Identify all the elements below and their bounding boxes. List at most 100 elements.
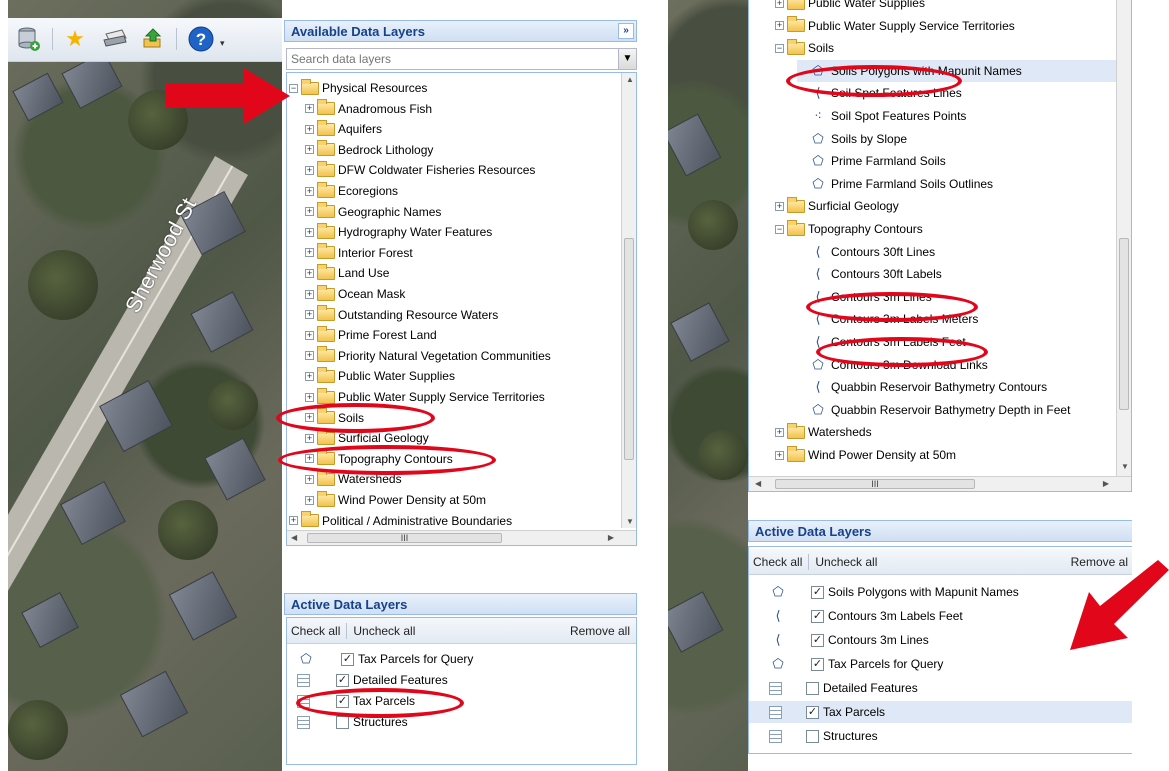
tree-folder[interactable]: + Hydrography Water Features	[305, 221, 492, 243]
chevron-down-icon[interactable]: ▼	[618, 49, 636, 69]
collapse-icon[interactable]: −	[775, 43, 784, 53]
aerial-map[interactable]	[668, 0, 748, 771]
tree-layer[interactable]: ⟨ Contours 30ft Lines	[809, 241, 935, 263]
scroll-down-icon[interactable]: ▼	[626, 517, 634, 526]
tree-layer[interactable]: ⟨ Contours 30ft Labels	[809, 263, 941, 285]
uncheck-all-button[interactable]: Uncheck all	[349, 624, 419, 638]
tree-folder[interactable]: + Public Water Supply Service Territories	[305, 386, 545, 408]
tree-layer[interactable]: ⟨ Contours 3m Lines	[809, 286, 931, 308]
tree-folder[interactable]: + Aquifers	[305, 118, 382, 140]
search-layers-field[interactable]: ▼	[286, 48, 637, 70]
expand-icon[interactable]: +	[305, 495, 314, 505]
tree-layer[interactable]: ⟨ Contours 3m Labels Feet	[809, 331, 965, 353]
tree-folder-physical-resources[interactable]: − Physical Resources	[289, 77, 427, 99]
expand-icon[interactable]: +	[305, 454, 314, 464]
tree-layer[interactable]: ⟨ Soil Spot Features Lines	[809, 82, 961, 104]
expand-icon[interactable]: +	[775, 450, 784, 460]
expand-icon[interactable]: +	[775, 0, 784, 8]
expand-icon[interactable]: +	[305, 268, 314, 278]
tree-folder[interactable]: + Wind Power Density at 50m	[305, 489, 486, 511]
layer-checkbox[interactable]	[806, 681, 819, 695]
tree-folder[interactable]: + Surficial Geology	[775, 195, 899, 217]
active-layer-row[interactable]: ⬠ ✓ Tax Parcels for Query	[749, 653, 1132, 675]
tree-folder[interactable]: + Ecoregions	[305, 180, 398, 202]
vertical-scroll-thumb[interactable]	[624, 238, 634, 460]
active-layer-row[interactable]: Detailed Features	[749, 677, 1132, 699]
active-layer-row[interactable]: ⬠ ✓ Tax Parcels for Query	[297, 648, 473, 670]
tree-layer[interactable]: ⁖ Soil Spot Features Points	[809, 105, 966, 127]
layer-checkbox[interactable]: ✓	[336, 694, 349, 708]
tree-folder[interactable]: + Bedrock Lithology	[305, 139, 433, 161]
scroll-up-icon[interactable]: ▲	[626, 75, 634, 84]
tree-folder[interactable]: + DFW Coldwater Fisheries Resources	[305, 159, 535, 181]
tree-folder[interactable]: + Prime Forest Land	[305, 324, 437, 346]
layer-checkbox[interactable]: ✓	[811, 633, 824, 647]
expand-icon[interactable]: +	[305, 289, 314, 299]
tree-layer[interactable]: ⬠ Prime Farmland Soils	[809, 150, 945, 172]
tree-vertical-scrollbar[interactable]: ▲ ▼	[621, 73, 636, 528]
active-layer-row[interactable]: Structures	[297, 711, 408, 733]
tree-horizontal-scrollbar[interactable]: ◀ III ▶	[749, 476, 1131, 491]
tree-folder[interactable]: + Watersheds	[775, 421, 872, 443]
expand-icon[interactable]: +	[305, 124, 314, 134]
layer-checkbox[interactable]: ✓	[336, 673, 349, 687]
scroll-down-icon[interactable]: ▼	[1121, 462, 1129, 471]
expand-icon[interactable]: +	[305, 330, 314, 340]
tree-folder[interactable]: + Land Use	[305, 262, 389, 284]
tree-folder[interactable]: + Outstanding Resource Waters	[305, 304, 498, 326]
tree-folder[interactable]: + Public Water Supplies	[775, 0, 925, 14]
layer-checkbox[interactable]	[806, 729, 819, 743]
tree-vertical-scrollbar[interactable]: ▼	[1116, 0, 1131, 477]
uncheck-all-button[interactable]: Uncheck all	[811, 555, 881, 569]
search-input[interactable]	[287, 49, 618, 69]
tree-folder[interactable]: − Soils	[775, 37, 834, 59]
tree-folder[interactable]: + Wind Power Density at 50m	[775, 444, 956, 466]
expand-icon[interactable]: +	[305, 145, 314, 155]
layer-checkbox[interactable]: ✓	[811, 609, 824, 623]
expand-icon[interactable]: +	[305, 310, 314, 320]
add-layer-icon[interactable]	[14, 24, 44, 54]
scroll-right-icon[interactable]: ▶	[608, 533, 614, 542]
tree-folder[interactable]: + Soils	[305, 407, 364, 429]
tree-folder[interactable]: + Watersheds	[305, 468, 402, 490]
scroll-left-icon[interactable]: ◀	[291, 533, 297, 542]
star-icon[interactable]: ★	[60, 24, 90, 54]
remove-all-button[interactable]: Remove all	[566, 624, 634, 638]
expand-icon[interactable]: +	[305, 165, 314, 175]
layer-checkbox[interactable]: ✓	[811, 585, 824, 599]
tree-folder[interactable]: + Geographic Names	[305, 201, 441, 223]
active-layer-row[interactable]: ✓ Tax Parcels	[749, 701, 1132, 723]
tree-folder[interactable]: + Public Water Supply Service Territories	[775, 15, 1015, 37]
horizontal-scroll-thumb[interactable]: III	[307, 533, 502, 543]
tree-folder-political-boundaries[interactable]: + Political / Administrative Boundaries	[289, 510, 512, 532]
active-layer-row[interactable]: ✓ Detailed Features	[297, 669, 448, 691]
check-all-button[interactable]: Check all	[749, 555, 806, 569]
vertical-scroll-thumb[interactable]	[1119, 238, 1129, 410]
check-all-button[interactable]: Check all	[287, 624, 344, 638]
tree-layer[interactable]: ⟨ Contours 3m Labels Meters	[809, 308, 978, 330]
help-dropdown-icon[interactable]: ▾	[220, 38, 225, 49]
expand-icon[interactable]: +	[289, 516, 298, 526]
tree-folder[interactable]: + Topography Contours	[305, 448, 453, 470]
scroll-left-icon[interactable]: ◀	[755, 479, 761, 488]
expand-icon[interactable]: +	[305, 207, 314, 217]
layer-checkbox[interactable]: ✓	[806, 705, 819, 719]
layer-checkbox[interactable]	[336, 715, 349, 729]
help-icon[interactable]: ?	[186, 24, 216, 54]
tree-layer[interactable]: ⬠ Contours 3m Download Links	[809, 354, 987, 376]
expand-icon[interactable]: +	[775, 21, 784, 31]
tree-folder[interactable]: − Topography Contours	[775, 218, 923, 240]
expand-icon[interactable]: +	[305, 392, 314, 402]
horizontal-scroll-thumb[interactable]: III	[775, 479, 975, 489]
tree-folder[interactable]: + Public Water Supplies	[305, 365, 455, 387]
expand-icon[interactable]: +	[305, 104, 314, 114]
collapse-icon[interactable]: −	[775, 224, 784, 234]
tree-folder[interactable]: + Ocean Mask	[305, 283, 405, 305]
tree-layer[interactable]: ⬠ Soils Polygons with Mapunit Names	[797, 59, 1116, 82]
tree-horizontal-scrollbar[interactable]: ◀ III ▶	[287, 530, 636, 545]
collapse-panel-button[interactable]: »	[618, 23, 634, 39]
tree-layer[interactable]: ⟨ Quabbin Reservoir Bathymetry Contours	[809, 376, 1047, 398]
tree-folder[interactable]: + Surficial Geology	[305, 427, 429, 449]
tree-layer[interactable]: ⬠ Quabbin Reservoir Bathymetry Depth in F…	[809, 399, 1070, 421]
upload-icon[interactable]	[138, 24, 168, 54]
